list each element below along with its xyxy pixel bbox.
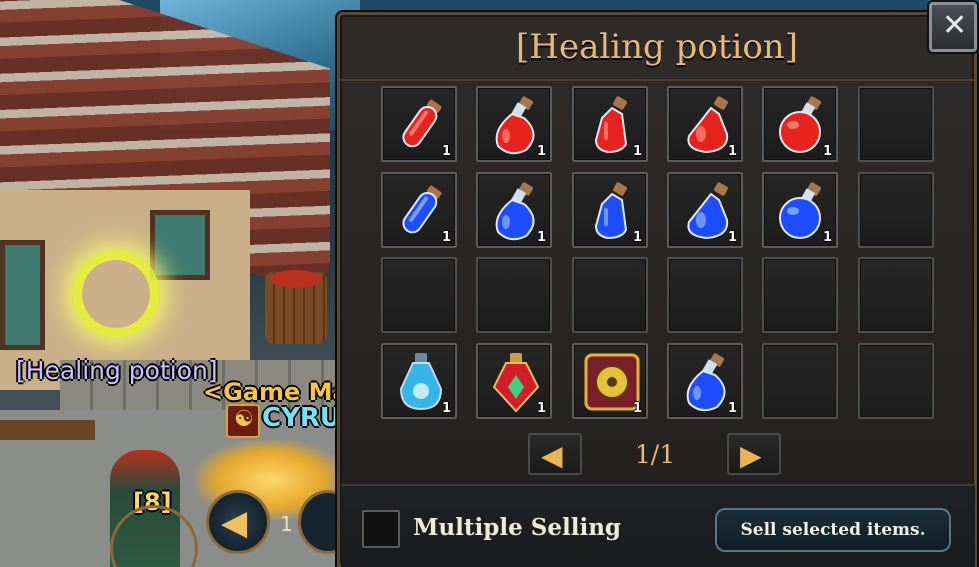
arrow-left-icon: ◀: [541, 439, 563, 472]
inventory-slot-empty[interactable]: [858, 86, 934, 162]
item-quantity: 1: [727, 144, 737, 159]
inventory-slot-blue-bottle-potion[interactable]: 1: [572, 172, 648, 248]
dropped-item-glow[interactable]: [72, 250, 160, 338]
sell-selected-button[interactable]: Sell selected items.: [715, 508, 951, 552]
panel-title: [Healing potion]: [516, 27, 798, 67]
inventory-slot-blue-flask-potion[interactable]: 1: [476, 172, 552, 248]
player-name-label: CYRU: [262, 403, 342, 433]
inventory-slot-red-vial-potion[interactable]: 1: [381, 86, 457, 162]
item-quantity: 1: [632, 144, 642, 159]
panel-header: [Healing potion]: [340, 15, 974, 81]
inventory-slot-ornate-blue-elixir[interactable]: 1: [381, 343, 457, 419]
inventory-slot-empty[interactable]: [667, 257, 743, 333]
item-quantity: 1: [822, 230, 832, 245]
inventory-slot-empty[interactable]: [572, 257, 648, 333]
item-quantity: 1: [822, 144, 832, 159]
next-page-button[interactable]: ▶: [727, 433, 781, 475]
inventory-slot-empty[interactable]: [476, 257, 552, 333]
inventory-slot-empty[interactable]: [858, 172, 934, 248]
house-window-left: [0, 240, 45, 350]
item-quantity: 1: [536, 144, 546, 159]
item-quantity: 1: [727, 230, 737, 245]
item-quantity: 1: [536, 230, 546, 245]
house-window: [150, 210, 210, 280]
hud-number: 1: [280, 512, 293, 536]
sell-button-label: Sell selected items.: [740, 520, 926, 540]
barrel-top: [270, 270, 322, 288]
inventory-slot-blue-shield-flask[interactable]: 1: [667, 343, 743, 419]
inventory-slot-red-bottle-potion[interactable]: 1: [572, 86, 648, 162]
close-button[interactable]: ✕: [929, 2, 977, 52]
hud-prev-button[interactable]: ◀: [206, 490, 270, 554]
inventory-slot-empty[interactable]: [762, 343, 838, 419]
inventory-slot-blue-vial-potion[interactable]: 1: [381, 172, 457, 248]
inventory-slot-empty[interactable]: [858, 257, 934, 333]
prev-page-button[interactable]: ◀: [528, 433, 582, 475]
inventory-slot-golden-emblem-item[interactable]: 1: [572, 343, 648, 419]
guild-title-label: <Game Ma: [203, 378, 349, 406]
guild-emblem-icon: ☯: [226, 404, 260, 438]
inventory-slot-blue-round-flask-potion[interactable]: 1: [762, 172, 838, 248]
item-quantity: 1: [441, 401, 451, 416]
table: [0, 420, 95, 440]
inventory-slot-empty[interactable]: [762, 257, 838, 333]
page-indicator: 1/1: [634, 440, 676, 469]
inventory-slot-red-flask-potion[interactable]: 1: [476, 86, 552, 162]
arrow-left-icon: ◀: [221, 503, 248, 543]
inventory-slot-blue-large-flask-potion[interactable]: 1: [667, 172, 743, 248]
item-quantity: 1: [441, 230, 451, 245]
item-quantity: 1: [727, 401, 737, 416]
inventory-slot-ornate-red-elixir[interactable]: 1: [476, 343, 552, 419]
item-quantity: 1: [536, 401, 546, 416]
inventory-slot-empty[interactable]: [381, 257, 457, 333]
inventory-slot-red-round-flask-potion[interactable]: 1: [762, 86, 838, 162]
item-quantity: 1: [632, 401, 642, 416]
item-quantity: 1: [632, 230, 642, 245]
arrow-right-icon: ▶: [740, 439, 762, 472]
item-quantity: 1: [441, 144, 451, 159]
inventory-slot-red-large-flask-potion[interactable]: 1: [667, 86, 743, 162]
multiple-selling-label: Multiple Selling: [413, 514, 621, 541]
close-icon: ✕: [942, 8, 968, 43]
inventory-slot-empty[interactable]: [858, 343, 934, 419]
multiple-selling-checkbox[interactable]: [362, 510, 400, 548]
dropped-item-label[interactable]: [Healing potion]: [16, 356, 218, 385]
